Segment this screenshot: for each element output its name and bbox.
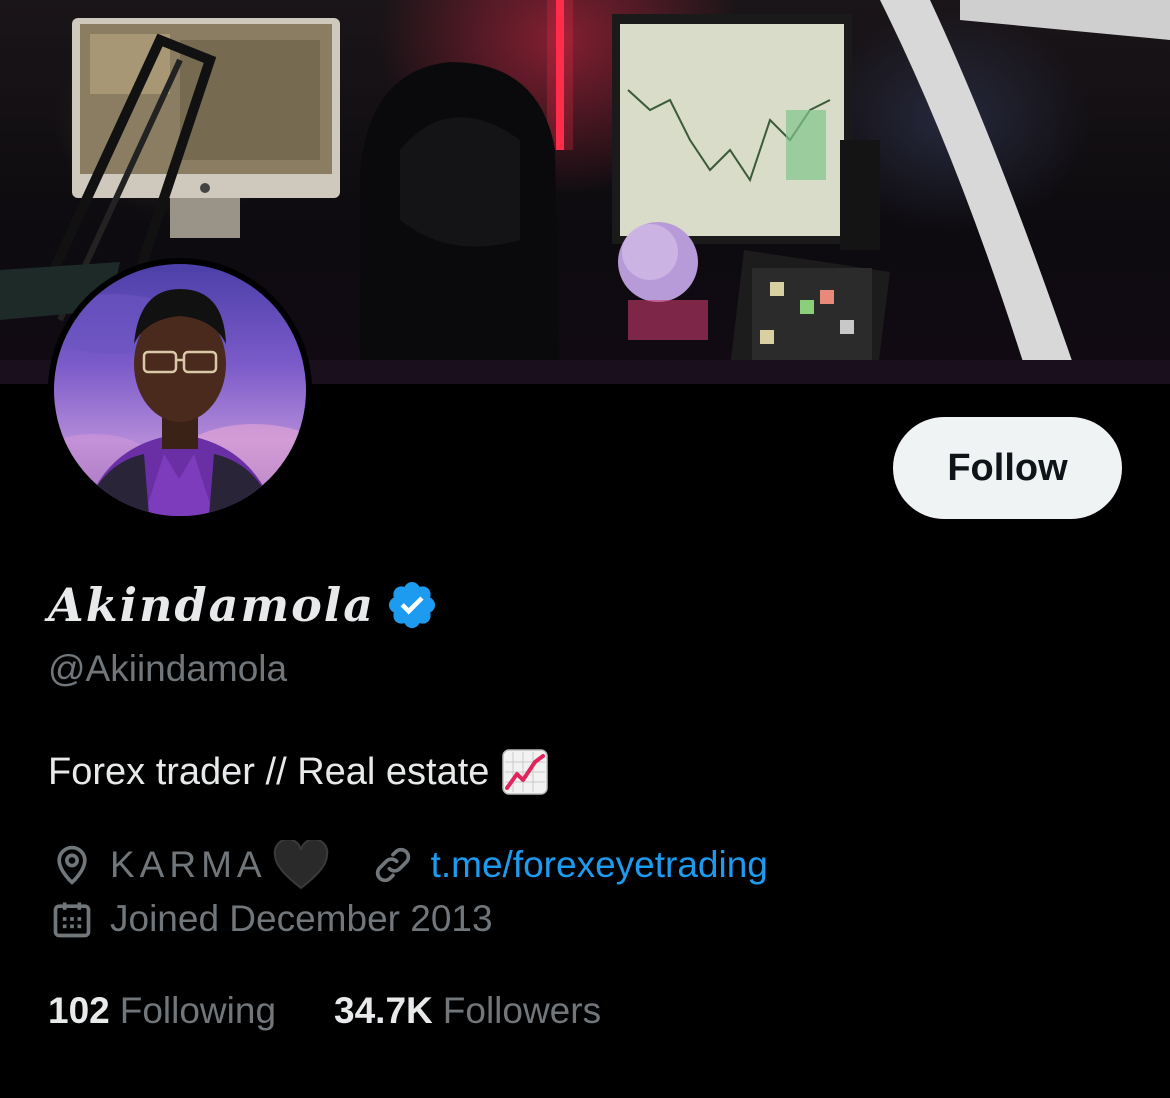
follow-stats: 102 Following 34.7K Followers (48, 990, 601, 1032)
follow-button[interactable]: Follow (893, 417, 1122, 519)
followers-count: 34.7K (334, 990, 433, 1031)
joined-date: Joined December 2013 (110, 898, 493, 939)
display-name: Akindamola (48, 578, 376, 632)
profile-avatar[interactable] (48, 258, 312, 522)
following-stat[interactable]: 102 Following (48, 990, 276, 1032)
link-icon (375, 847, 410, 883)
verified-badge-icon[interactable] (385, 578, 439, 632)
user-handle: @Akiindamola (48, 648, 288, 689)
location-pin-icon (57, 845, 87, 885)
bio-text: Forex trader // Real estate (48, 750, 490, 793)
profile-bio: Forex trader // Real estate (48, 748, 549, 796)
followers-label: Followers (442, 990, 602, 1031)
black-heart-icon (273, 840, 328, 890)
avatar-image (54, 264, 306, 516)
following-label: Following (119, 990, 277, 1031)
location-text: KARMA (110, 844, 267, 885)
followers-stat[interactable]: 34.7K Followers (334, 990, 601, 1032)
following-count: 102 (48, 990, 110, 1031)
calendar-icon (53, 902, 91, 938)
joined-row: Joined December 2013 (50, 897, 493, 941)
profile-website-link[interactable]: t.me/forexeyetrading (431, 844, 768, 886)
profile-meta-row: KARMA t.me/forexeyetrading (50, 840, 768, 890)
display-name-row: Akindamola (48, 570, 439, 640)
chart-increasing-icon (502, 749, 549, 795)
